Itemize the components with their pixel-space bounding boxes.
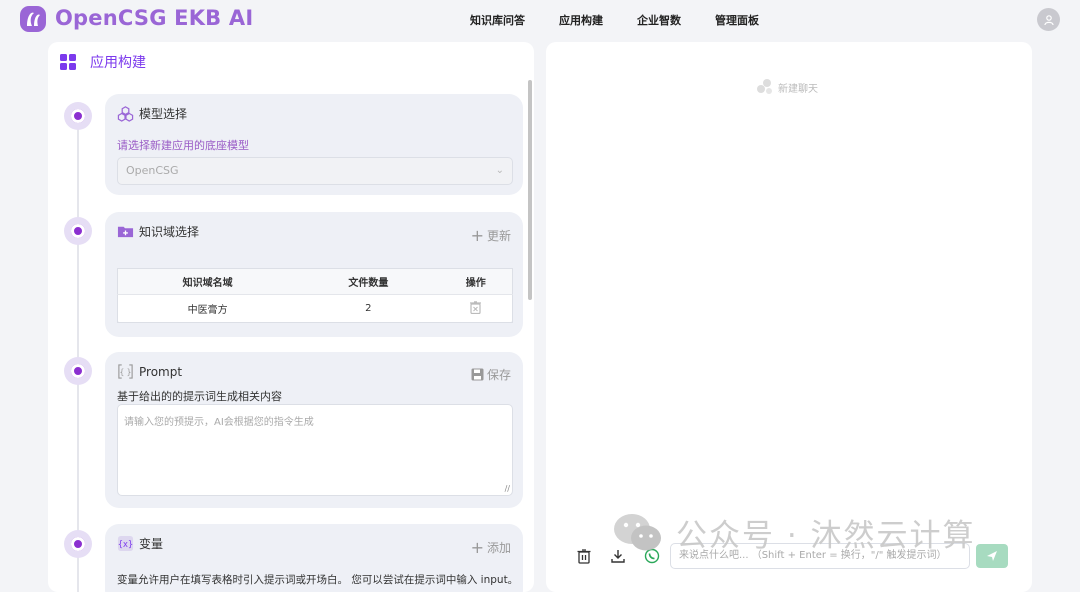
prompt-description: 基于给出的的提示词生成相关内容 [117,390,282,403]
knowledge-table: 知识域名域 文件数量 操作 中医膏方 2 [117,268,513,323]
watermark-text: 公众号 · 沐然云计算 [676,518,976,554]
step-dot-variable [64,530,92,558]
wechat-watermark: 公众号 · 沐然云计算 [612,510,976,555]
file-count-cell: 2 [365,303,372,314]
table-row: 中医膏方 2 [118,295,513,323]
model-select-card: 模型选择 请选择新建应用的底座模型 OpenCSG ⌄ [105,94,523,195]
save-icon [471,368,484,381]
model-cubes-icon [117,106,134,122]
delete-icon[interactable] [470,300,482,314]
user-icon [1043,14,1054,25]
nav-item-kb-qa[interactable]: 知识库问答 [470,12,525,28]
opencsg-logo-icon[interactable] [18,4,48,34]
variable-card: {x} 变量 + 添加 变量允许用户在填写表格时引入提示词或开场白。 您可以尝试… [105,524,523,592]
brand-name[interactable]: OpenCSG EKB AI [55,6,253,30]
add-variable-button[interactable]: + 添加 [471,538,511,557]
send-icon [987,551,997,561]
nav-item-app-build[interactable]: 应用构建 [559,12,603,28]
new-chat-button[interactable]: 新建聊天 [756,78,818,96]
prompt-brackets-icon: { } [118,364,133,379]
wechat-icon [614,513,661,550]
card-title: 模型选择 [139,107,188,121]
variable-description: 变量允许用户在填写表格时引入提示词或开场白。 您可以尝试在提示词中输入 inpu… [117,574,519,586]
column-header: 文件数量 [297,268,440,295]
kb-name-cell: 中医膏方 [187,305,228,316]
model-select-value: OpenCSG [126,164,179,177]
card-title: Prompt [139,364,183,379]
refresh-button[interactable]: + 更新 [471,226,511,245]
trash-icon[interactable] [576,548,592,564]
user-avatar[interactable] [1037,8,1060,31]
variable-icon: {x} [118,535,133,552]
page-title: 应用构建 [90,55,146,71]
column-header: 操作 [439,268,513,295]
prompt-card: { } Prompt 保存 基于给出的的提示词生成相关内容 请输入您的预提示，A… [105,352,523,508]
knowledge-domain-card: 知识域选择 + 更新 知识域名域 文件数量 操作 中医膏方 2 [105,212,523,337]
nav-item-enterprise-data[interactable]: 企业智数 [637,12,681,28]
resize-handle-icon[interactable]: ∕∕ [505,484,510,493]
action-cell [440,295,513,323]
svg-text:{x}: {x} [118,540,133,550]
prompt-textarea[interactable]: 请输入您的预提示，AI会根据您的指令生成 ∕∕ [117,404,513,496]
save-button[interactable]: 保存 [471,366,511,383]
card-header: { } Prompt [117,363,182,380]
chat-bubbles-icon [757,79,772,94]
svg-text:{ }: { } [119,367,131,376]
card-title: 变量 [139,537,164,551]
apps-grid-icon [60,54,76,70]
card-header: {x} 变量 [117,535,163,552]
plus-icon: + [470,538,484,557]
chevron-down-icon: ⌄ [495,165,504,176]
card-title: 知识域选择 [139,225,200,239]
card-header: 模型选择 [117,105,187,122]
send-button[interactable] [976,544,1008,568]
panel-scrollbar[interactable] [528,80,532,300]
folder-plus-icon [117,226,134,238]
nav-item-admin-panel[interactable]: 管理面板 [715,12,759,28]
column-header: 知识域名域 [117,268,298,295]
model-description: 请选择新建应用的底座模型 [117,139,249,152]
timeline-line [77,117,79,592]
step-dot-prompt [64,357,92,385]
model-select[interactable]: OpenCSG ⌄ [117,157,513,185]
panel-header: 应用构建 [60,52,146,72]
table-header-row: 知识域名域 文件数量 操作 [117,268,513,295]
plus-icon: + [470,226,484,245]
step-dot-model [64,102,92,130]
prompt-placeholder: 请输入您的预提示，AI会根据您的指令生成 [124,417,314,428]
main-nav: 知识库问答 应用构建 企业智数 管理面板 [470,12,793,28]
top-header: OpenCSG EKB AI 知识库问答 应用构建 企业智数 管理面板 [0,0,1080,40]
card-header: 知识域选择 [117,223,199,240]
app-build-panel: 应用构建 模型选择 请选择新建应用的底座模型 OpenCSG ⌄ 知识域选择 +… [48,42,534,592]
step-dot-knowledge [64,217,92,245]
